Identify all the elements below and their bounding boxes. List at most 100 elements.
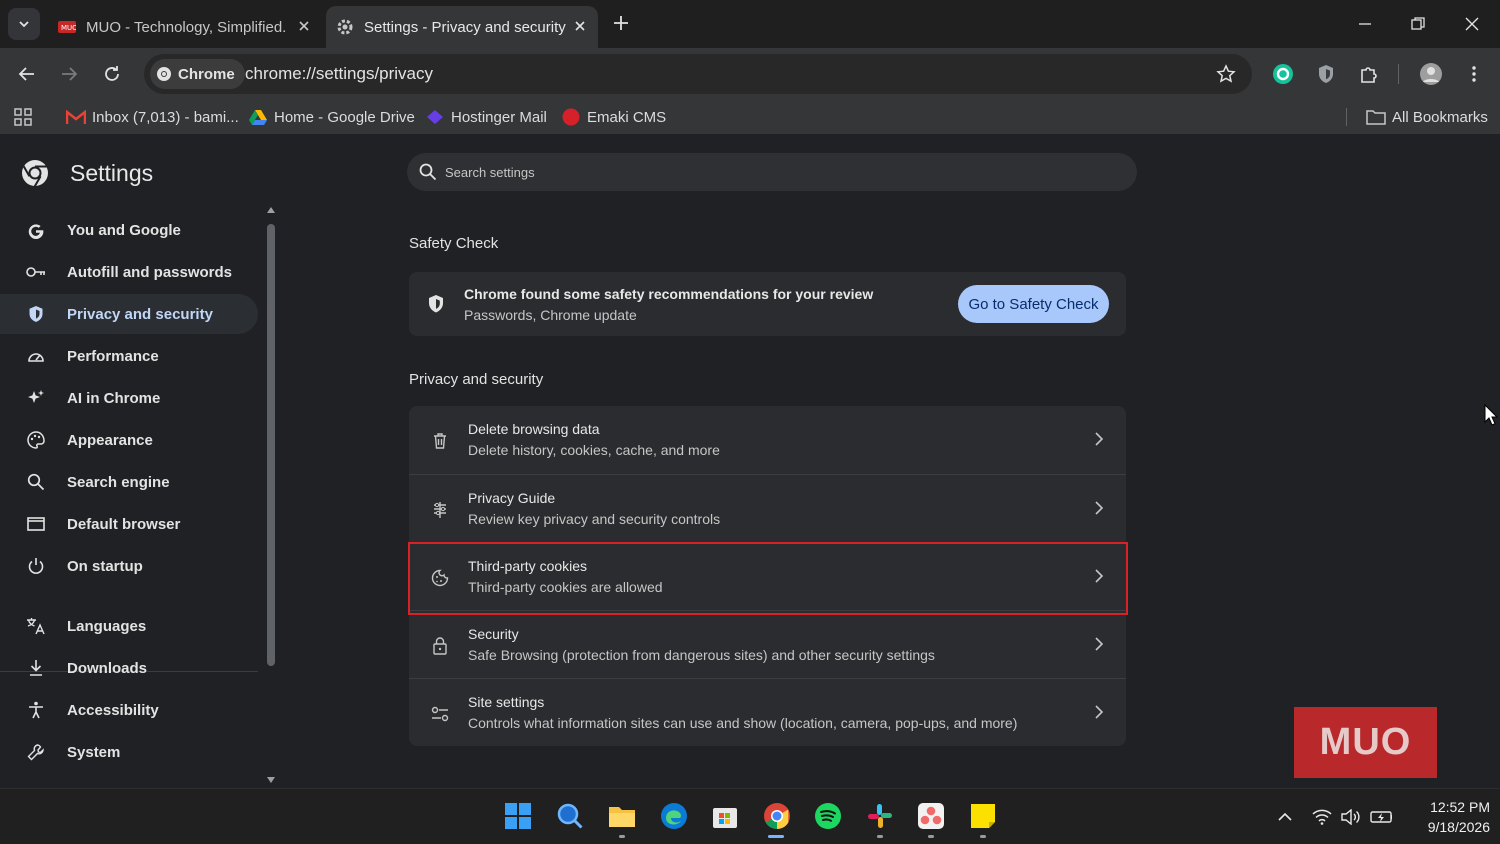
- toolbar: Chrome chrome://settings/privacy: [0, 48, 1500, 100]
- sidebar-item-default-browser[interactable]: Default browser: [0, 504, 258, 544]
- reload-icon: [105, 66, 119, 81]
- sidebar-scrollbar[interactable]: [264, 206, 278, 786]
- sidebar-item-on-startup[interactable]: On startup: [0, 546, 258, 586]
- chevron-right-icon: [1095, 637, 1104, 651]
- menu-button[interactable]: [1462, 62, 1486, 86]
- bookmark-label: Emaki CMS: [587, 108, 667, 126]
- sidebar-item-system[interactable]: System: [0, 732, 258, 772]
- wifi-status[interactable]: [1311, 806, 1333, 828]
- apps-button[interactable]: [14, 107, 32, 127]
- muo-favicon-icon: MUO: [58, 21, 76, 33]
- row-site-settings[interactable]: Site settings Controls what information …: [409, 678, 1126, 746]
- search-icon: [557, 803, 583, 829]
- taskbar-edge[interactable]: [659, 801, 689, 831]
- running-indicator: [877, 835, 883, 838]
- bookmark-google-drive[interactable]: Home - Google Drive: [248, 107, 415, 127]
- sidebar-item-downloads[interactable]: Downloads: [0, 648, 258, 688]
- search-placeholder: Search settings: [445, 164, 535, 180]
- row-third-party-cookies[interactable]: Third-party cookies Third-party cookies …: [409, 542, 1126, 610]
- arrow-right-icon: [62, 67, 78, 81]
- all-bookmarks-button[interactable]: All Bookmarks: [1366, 107, 1488, 127]
- privacy-settings-list: Delete browsing data Delete history, coo…: [409, 406, 1126, 746]
- sidebar-item-appearance[interactable]: Appearance: [0, 420, 258, 460]
- safety-check-title: Chrome found some safety recommendations…: [464, 286, 874, 302]
- search-settings-input[interactable]: Search settings: [407, 153, 1137, 191]
- shield-extension-button[interactable]: [1314, 62, 1338, 86]
- scroll-up-arrow-icon[interactable]: [266, 206, 276, 214]
- taskbar-chrome[interactable]: [762, 801, 792, 831]
- restore-button[interactable]: [1404, 10, 1432, 38]
- bookmark-label: Home - Google Drive: [274, 108, 415, 126]
- bookmark-hostinger[interactable]: Hostinger Mail: [425, 107, 547, 127]
- bookmark-label: Hostinger Mail: [451, 108, 547, 126]
- address-bar[interactable]: Chrome chrome://settings/privacy: [144, 54, 1252, 94]
- grammarly-extension-button[interactable]: [1271, 62, 1295, 86]
- taskbar-sticky-notes[interactable]: [968, 801, 998, 831]
- close-tab-icon[interactable]: [572, 18, 588, 34]
- tab-title: MUO - Technology, Simplified.: [86, 18, 287, 36]
- taskbar-microsoft-store[interactable]: [710, 801, 740, 831]
- site-info-chip[interactable]: Chrome: [150, 59, 245, 89]
- edge-icon: [661, 803, 687, 829]
- sidebar-item-search-engine[interactable]: Search engine: [0, 462, 258, 502]
- sidebar-item-label: Search engine: [67, 473, 170, 491]
- taskbar-asana[interactable]: [916, 801, 946, 831]
- row-privacy-guide[interactable]: Privacy Guide Review key privacy and sec…: [409, 474, 1126, 542]
- taskbar-file-explorer[interactable]: [607, 801, 637, 831]
- row-subtitle: Controls what information sites can use …: [468, 715, 1018, 731]
- system-clock[interactable]: 12:52 PM 9/18/2026: [1406, 797, 1490, 837]
- chevron-up-icon: [1278, 812, 1292, 821]
- bookmark-emaki[interactable]: Emaki CMS: [561, 107, 666, 127]
- tab-muo[interactable]: MUO MUO - Technology, Simplified.: [56, 6, 322, 48]
- profile-button[interactable]: [1419, 62, 1443, 86]
- sidebar-item-ai-in-chrome[interactable]: AI in Chrome: [0, 378, 258, 418]
- volume-status[interactable]: [1340, 806, 1362, 828]
- bookmark-gmail[interactable]: Inbox (7,013) - bami...: [66, 107, 239, 127]
- windows-start-icon: [505, 803, 531, 829]
- row-security[interactable]: Security Safe Browsing (protection from …: [409, 610, 1126, 678]
- row-delete-browsing-data[interactable]: Delete browsing data Delete history, coo…: [409, 406, 1126, 474]
- minimize-icon: [1359, 23, 1371, 25]
- scroll-thumb[interactable]: [267, 224, 275, 666]
- svg-text:MUO: MUO: [61, 24, 76, 32]
- sidebar-item-accessibility[interactable]: Accessibility: [0, 690, 258, 730]
- close-window-button[interactable]: [1458, 10, 1486, 38]
- sidebar-item-autofill[interactable]: Autofill and passwords: [0, 252, 258, 292]
- scroll-down-arrow-icon[interactable]: [266, 776, 276, 784]
- cookie-icon: [429, 567, 451, 589]
- tab-settings[interactable]: Settings - Privacy and security: [326, 6, 598, 48]
- minimize-button[interactable]: [1351, 10, 1379, 38]
- key-icon: [26, 262, 46, 282]
- go-to-safety-check-button[interactable]: Go to Safety Check: [958, 285, 1109, 323]
- active-indicator: [768, 835, 784, 838]
- sidebar-item-label: Default browser: [67, 515, 181, 533]
- bookmark-star-icon[interactable]: [1216, 64, 1236, 84]
- taskbar-slack[interactable]: [865, 801, 895, 831]
- sidebar-item-languages[interactable]: Languages: [0, 606, 258, 646]
- forward-button[interactable]: [55, 60, 83, 88]
- puzzle-icon: [1361, 67, 1377, 83]
- extensions-button[interactable]: [1357, 62, 1381, 86]
- taskbar-spotify[interactable]: [813, 801, 843, 831]
- close-tab-icon[interactable]: [296, 18, 312, 34]
- reload-button[interactable]: [98, 60, 126, 88]
- back-button[interactable]: [13, 60, 41, 88]
- new-tab-icon[interactable]: [610, 12, 632, 34]
- emaki-icon: [561, 108, 581, 126]
- row-subtitle: Delete history, cookies, cache, and more: [468, 442, 720, 458]
- gmail-icon: [66, 109, 86, 125]
- mouse-cursor-icon: [1484, 404, 1498, 426]
- url-text[interactable]: chrome://settings/privacy: [245, 64, 433, 84]
- settings-page: Settings Search settings You and Google …: [0, 134, 1500, 788]
- battery-status[interactable]: [1370, 806, 1392, 828]
- taskbar-search-button[interactable]: [555, 801, 585, 831]
- file-explorer-icon: [609, 807, 635, 827]
- sidebar-item-performance[interactable]: Performance: [0, 336, 258, 376]
- windows-start-button[interactable]: [503, 801, 533, 831]
- show-hidden-icons-button[interactable]: [1274, 806, 1296, 828]
- sidebar-item-privacy[interactable]: Privacy and security: [0, 294, 258, 334]
- tab-search-button[interactable]: [8, 8, 40, 40]
- sidebar-item-you-and-google[interactable]: You and Google: [0, 210, 258, 250]
- row-title: Third-party cookies: [468, 558, 588, 574]
- safety-check-heading: Safety Check: [409, 235, 499, 252]
